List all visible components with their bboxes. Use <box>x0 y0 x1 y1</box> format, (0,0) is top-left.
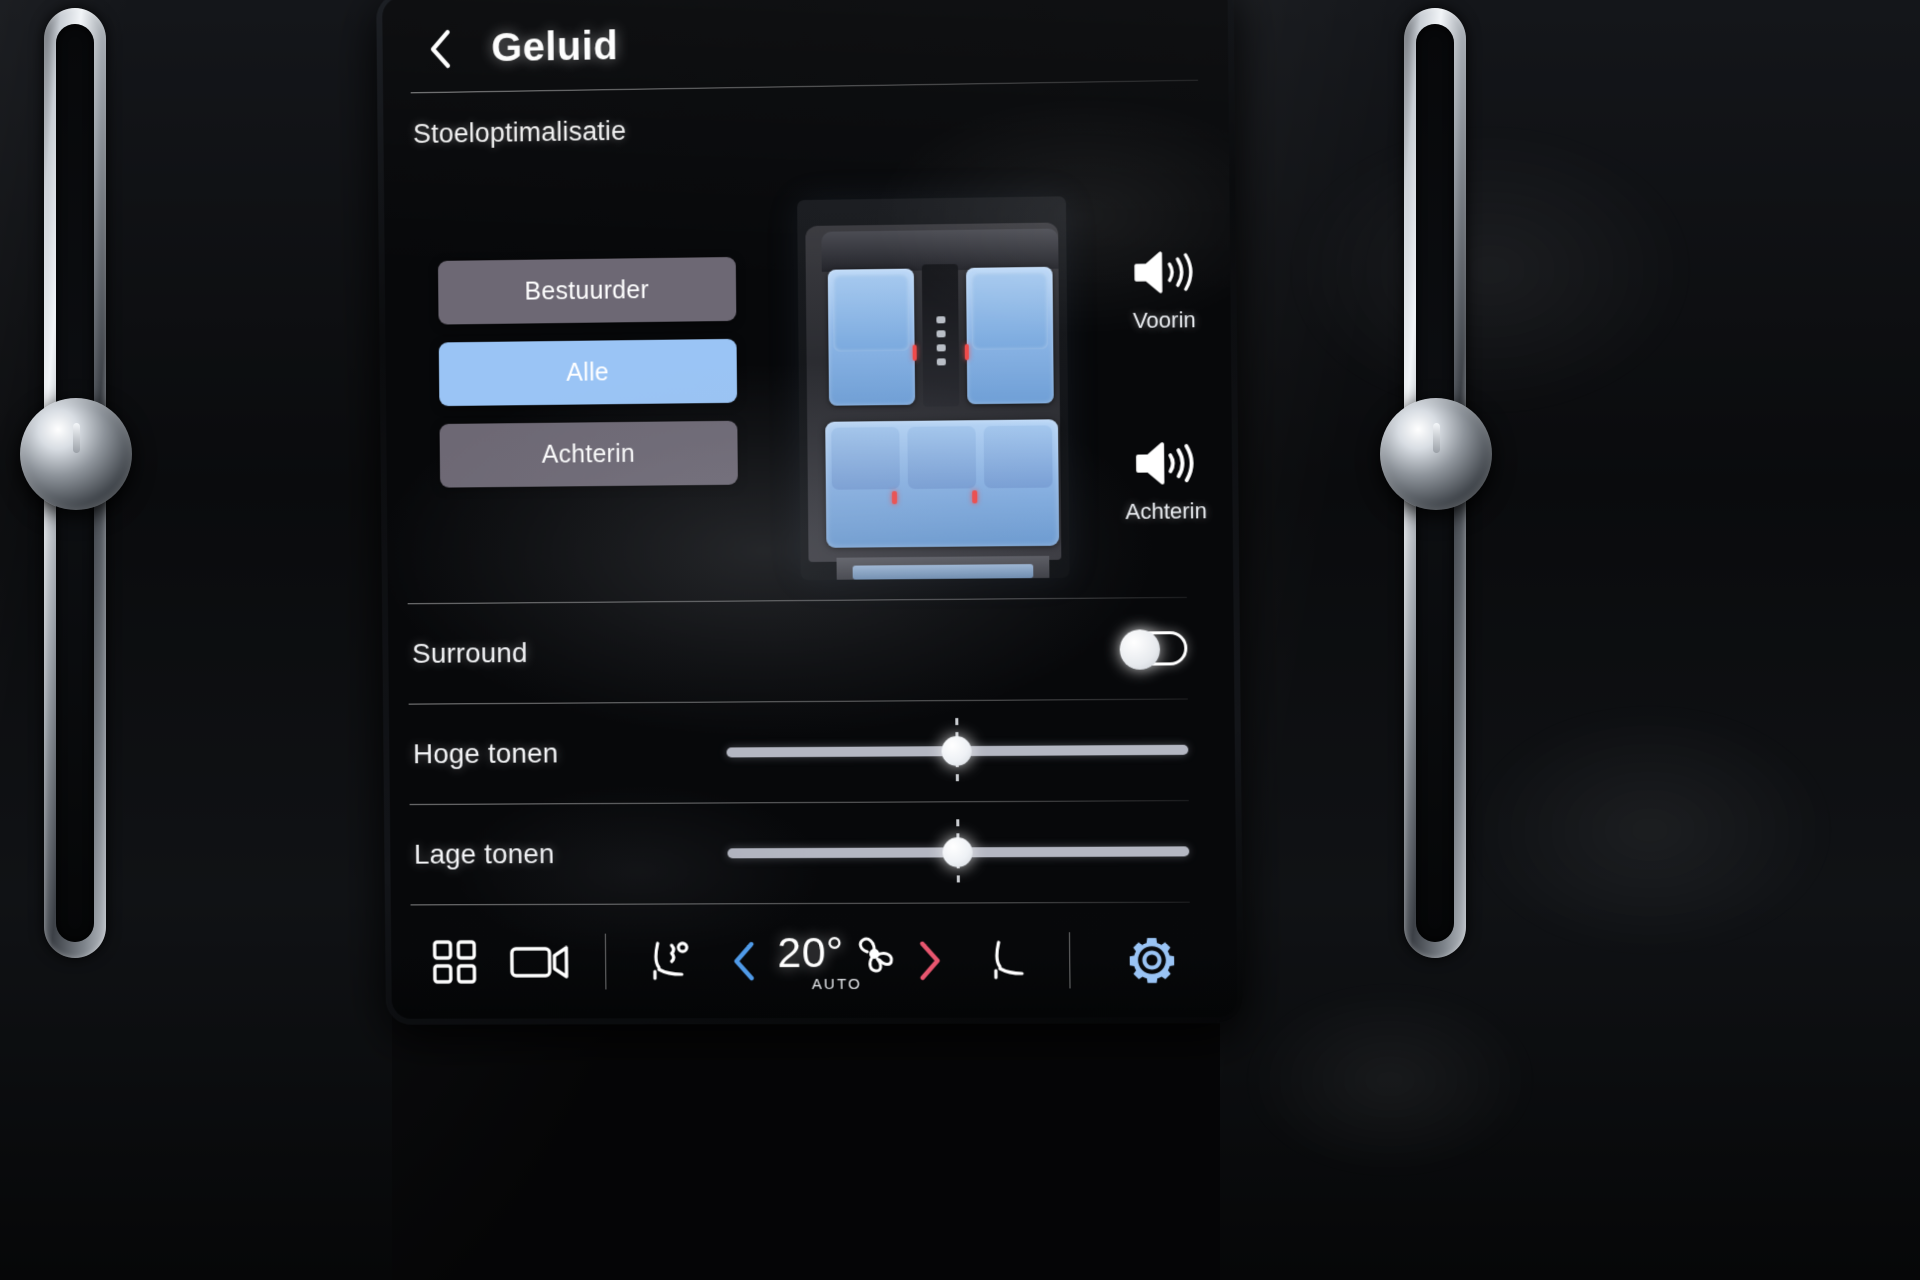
seat-mode-label: Alle <box>566 357 610 387</box>
bottom-bar-divider <box>1068 932 1071 989</box>
row-lage-tonen[interactable]: Lage tonen <box>390 801 1236 905</box>
cargo-area <box>836 555 1050 581</box>
air-vent-right[interactable] <box>1378 8 1496 958</box>
gear-icon[interactable] <box>1109 922 1195 999</box>
speaker-zone-group: Voorin Achterin <box>1122 194 1207 525</box>
seat-optimisation-block: Bestuurder Alle Achterin Voorin Achterin <box>384 138 1234 604</box>
seat-mode-label: Achterin <box>541 439 636 469</box>
slider-thumb[interactable] <box>942 837 973 868</box>
camera-icon[interactable] <box>492 927 588 997</box>
air-vent-knob-right[interactable] <box>1380 398 1492 510</box>
seat-front-right <box>964 266 1054 405</box>
seat-rear-bench <box>825 419 1060 548</box>
climate-bottom-bar: 20° AUTO <box>390 912 1238 1019</box>
slider-thumb[interactable] <box>941 736 972 767</box>
settings-rows: Surround Hoge tonen Lage tonen <box>388 598 1237 921</box>
dashboard-photo-scene: 13:03 Geluid Stoeloptimalisatie Bestuurd… <box>0 0 1920 1280</box>
seat-mode-button-bestuurder[interactable]: Bestuurder <box>437 256 737 325</box>
row-surround[interactable]: Surround <box>388 598 1234 704</box>
speaker-zone-label: Voorin <box>1132 307 1196 334</box>
seat-mode-button-alle[interactable]: Alle <box>438 338 738 407</box>
speaker-zone-label: Achterin <box>1125 498 1208 525</box>
speaker-zone-voorin: Voorin <box>1132 249 1196 334</box>
settings-rows-scroll-region[interactable]: Surround Hoge tonen Lage tonen <box>388 598 1237 921</box>
speaker-waves-icon <box>1134 440 1197 487</box>
surround-toggle[interactable] <box>1119 629 1188 670</box>
chevron-left-icon[interactable] <box>424 26 458 72</box>
seat-mode-button-achterin[interactable]: Achterin <box>439 420 738 488</box>
infotainment-screen-bezel: 13:03 Geluid Stoeloptimalisatie Bestuurd… <box>376 0 1244 1025</box>
temperature-display[interactable]: 20° AUTO <box>777 929 896 993</box>
row-label: Hoge tonen <box>412 737 559 770</box>
seat-mode-button-group: Bestuurder Alle Achterin <box>437 201 738 488</box>
speaker-waves-icon <box>1132 249 1195 296</box>
seat-heater-passenger-icon[interactable] <box>958 922 1051 998</box>
row-label: Lage tonen <box>413 838 555 870</box>
treble-slider[interactable] <box>726 718 1189 785</box>
row-label: Surround <box>411 637 528 669</box>
air-vent-left[interactable] <box>18 8 136 958</box>
car-seats-top-view-graphic <box>797 196 1070 581</box>
temp-decrease-button[interactable] <box>715 939 773 983</box>
screen-header: Geluid <box>382 0 1228 93</box>
seat-heater-driver-icon[interactable] <box>624 923 716 999</box>
speaker-zone-achterin: Achterin <box>1125 440 1207 525</box>
temp-increase-button[interactable] <box>900 939 959 983</box>
app-grid-icon[interactable] <box>417 927 493 997</box>
temperature-value: 20° <box>777 928 845 978</box>
fan-icon[interactable] <box>852 931 896 975</box>
air-vent-knob-left[interactable] <box>20 398 132 510</box>
infotainment-screen[interactable]: 13:03 Geluid Stoeloptimalisatie Bestuurd… <box>382 0 1238 1019</box>
toggle-knob <box>1119 629 1161 670</box>
seat-mode-label: Bestuurder <box>524 275 650 306</box>
page-title: Geluid <box>491 23 619 70</box>
bottom-bar-divider <box>604 933 607 990</box>
temperature-auto-label: AUTO <box>811 975 863 994</box>
row-hoge-tonen[interactable]: Hoge tonen <box>389 699 1235 804</box>
bass-slider[interactable] <box>727 819 1190 886</box>
dashboard-panel-right <box>1220 0 1920 1280</box>
seat-front-left <box>827 268 917 406</box>
